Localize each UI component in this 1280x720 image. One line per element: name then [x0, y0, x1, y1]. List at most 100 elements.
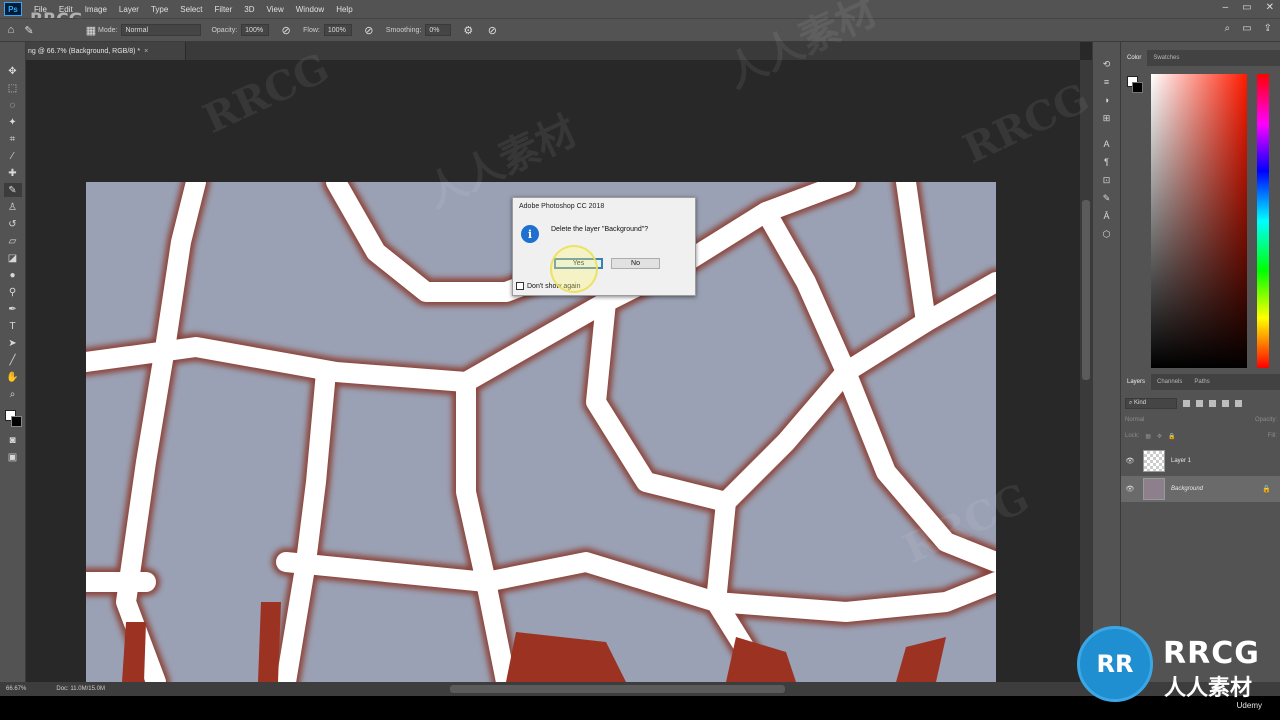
- close-window-button[interactable]: ✕: [1266, 2, 1274, 13]
- fill-label[interactable]: Fill:: [1268, 433, 1277, 439]
- visibility-eye-icon[interactable]: 👁: [1121, 485, 1139, 493]
- type-filter-icon[interactable]: [1209, 399, 1216, 407]
- settings-gear-icon[interactable]: ⚙: [461, 23, 475, 37]
- document-tab[interactable]: ng @ 66.7% (Background, RGB/8) * ×: [26, 42, 186, 60]
- pressure-opacity-icon[interactable]: ⊘: [279, 23, 293, 37]
- healing-brush-tool-icon[interactable]: ✚: [4, 166, 22, 180]
- marquee-tool-icon[interactable]: ⬚: [4, 81, 22, 95]
- lock-all-icon[interactable]: 🔒: [1168, 433, 1175, 440]
- smart-object-filter-icon[interactable]: [1235, 399, 1242, 407]
- lasso-tool-icon[interactable]: ◌: [4, 98, 22, 112]
- color-swatches[interactable]: [3, 408, 23, 430]
- properties-panel-icon[interactable]: ≡: [1100, 76, 1114, 88]
- pressure-size-icon[interactable]: ⊘: [485, 23, 499, 37]
- move-tool-icon[interactable]: ✥: [4, 64, 22, 78]
- share-icon[interactable]: ⇪: [1264, 23, 1272, 34]
- pixel-filter-icon[interactable]: [1183, 399, 1190, 407]
- minimize-button[interactable]: –: [1223, 2, 1229, 13]
- brush-tool-icon[interactable]: ✎: [3, 183, 22, 197]
- clone-stamp-tool-icon[interactable]: ♙: [4, 200, 22, 214]
- crop-tool-icon[interactable]: ⌗: [4, 132, 22, 146]
- vertical-scrollbar[interactable]: [1080, 60, 1092, 682]
- flow-input[interactable]: 100%: [323, 24, 352, 36]
- close-tab-icon[interactable]: ×: [144, 48, 148, 55]
- lock-pixels-icon[interactable]: ▦: [1145, 433, 1151, 440]
- opacity-input[interactable]: 100%: [241, 24, 270, 36]
- eraser-tool-icon[interactable]: ▱: [4, 234, 22, 248]
- menu-layer[interactable]: Layer: [113, 5, 145, 14]
- history-panel-icon[interactable]: ⟲: [1100, 58, 1114, 70]
- tab-channels[interactable]: Channels: [1151, 374, 1188, 390]
- color-panel-background-swatch[interactable]: [1132, 82, 1143, 93]
- menu-view[interactable]: View: [261, 5, 290, 14]
- menu-window[interactable]: Window: [290, 5, 330, 14]
- brush-panel-icon[interactable]: ▦: [84, 23, 98, 37]
- dialog-message: Delete the layer "Background"?: [551, 226, 649, 233]
- document-info[interactable]: Doc: 11.0M/15.0M: [56, 686, 105, 692]
- mode-option: Mode: Normal: [98, 24, 202, 36]
- brush-preset-icon[interactable]: ✎: [22, 23, 36, 37]
- yes-button[interactable]: Yes: [554, 258, 603, 269]
- character-panel-icon[interactable]: A: [1100, 138, 1114, 150]
- magic-wand-tool-icon[interactable]: ✦: [4, 115, 22, 129]
- visibility-eye-icon[interactable]: 👁: [1121, 457, 1139, 465]
- menu-3d[interactable]: 3D: [238, 5, 260, 14]
- glyphs-panel-icon[interactable]: ⊡: [1100, 174, 1114, 186]
- layer-opacity-label[interactable]: Opacity:: [1255, 417, 1277, 423]
- maximize-button[interactable]: ▭: [1242, 2, 1251, 13]
- path-selection-tool-icon[interactable]: ➤: [4, 336, 22, 350]
- tab-swatches[interactable]: Swatches: [1147, 50, 1185, 66]
- type-tool-icon[interactable]: T: [4, 319, 22, 333]
- background-color-swatch[interactable]: [10, 416, 22, 427]
- workspace-icon[interactable]: ▭: [1242, 23, 1251, 34]
- horizontal-scroll-thumb[interactable]: [450, 685, 785, 693]
- eyedropper-tool-icon[interactable]: ⁄: [4, 149, 22, 163]
- dodge-tool-icon[interactable]: ⚲: [4, 285, 22, 299]
- menu-filter[interactable]: Filter: [209, 5, 239, 14]
- airbrush-icon[interactable]: ⊘: [362, 23, 376, 37]
- pen-tool-icon[interactable]: ✒: [4, 302, 22, 316]
- screen-mode-icon[interactable]: ▣: [4, 450, 22, 464]
- line-tool-icon[interactable]: ╱: [4, 353, 22, 367]
- no-button[interactable]: No: [611, 258, 660, 269]
- adjustments-panel-icon[interactable]: ◑: [1100, 94, 1114, 106]
- blend-mode-select[interactable]: Normal: [1125, 417, 1144, 423]
- paragraph-panel-icon[interactable]: ¶: [1100, 156, 1114, 168]
- opacity-label: Opacity:: [211, 26, 238, 34]
- hue-slider[interactable]: [1257, 74, 1269, 368]
- layer-lock-icon[interactable]: 🔒: [1262, 485, 1271, 493]
- hand-tool-icon[interactable]: ✋: [4, 370, 22, 384]
- history-brush-tool-icon[interactable]: ↺: [4, 217, 22, 231]
- zoom-tool-icon[interactable]: ⌕: [4, 387, 22, 401]
- tab-color[interactable]: Color: [1121, 50, 1148, 66]
- search-icon[interactable]: ⌕: [1225, 23, 1231, 34]
- vertical-scroll-thumb[interactable]: [1082, 200, 1090, 380]
- 3d-panel-icon[interactable]: ⬡: [1100, 228, 1114, 240]
- dont-show-again-checkbox[interactable]: [516, 282, 524, 290]
- kind-filter-select[interactable]: ⌕ Kind: [1125, 397, 1177, 409]
- menu-select[interactable]: Select: [174, 5, 208, 14]
- zoom-level[interactable]: 66.67%: [6, 686, 26, 692]
- libraries-panel-icon[interactable]: ⊞: [1100, 112, 1114, 124]
- brushes-panel-icon[interactable]: ✎: [1100, 192, 1114, 204]
- blur-tool-icon[interactable]: ●: [4, 268, 22, 282]
- home-icon[interactable]: ⌂: [4, 23, 18, 37]
- color-picker-field[interactable]: [1151, 74, 1247, 368]
- layer-row-background[interactable]: 👁 Background 🔒: [1121, 476, 1280, 502]
- smoothing-input[interactable]: 0%: [425, 24, 452, 36]
- lock-position-icon[interactable]: ✥: [1157, 433, 1162, 440]
- menu-image[interactable]: Image: [79, 5, 113, 14]
- paint-bucket-tool-icon[interactable]: ◪: [4, 251, 22, 265]
- mode-select[interactable]: Normal: [121, 24, 202, 36]
- tab-layers[interactable]: Layers: [1121, 374, 1152, 390]
- menu-help[interactable]: Help: [330, 5, 358, 14]
- tab-paths[interactable]: Paths: [1188, 374, 1215, 390]
- quick-mask-icon[interactable]: ◙: [4, 433, 22, 447]
- menu-type[interactable]: Type: [145, 5, 174, 14]
- character-styles-panel-icon[interactable]: Ā: [1100, 210, 1114, 222]
- layer-row-layer-1[interactable]: 👁 Layer 1: [1121, 448, 1280, 474]
- shape-filter-icon[interactable]: [1222, 399, 1229, 407]
- color-panel: Color Swatches: [1121, 50, 1280, 370]
- dont-show-again-option[interactable]: Don't show again: [516, 282, 580, 290]
- adjustment-filter-icon[interactable]: [1196, 399, 1203, 407]
